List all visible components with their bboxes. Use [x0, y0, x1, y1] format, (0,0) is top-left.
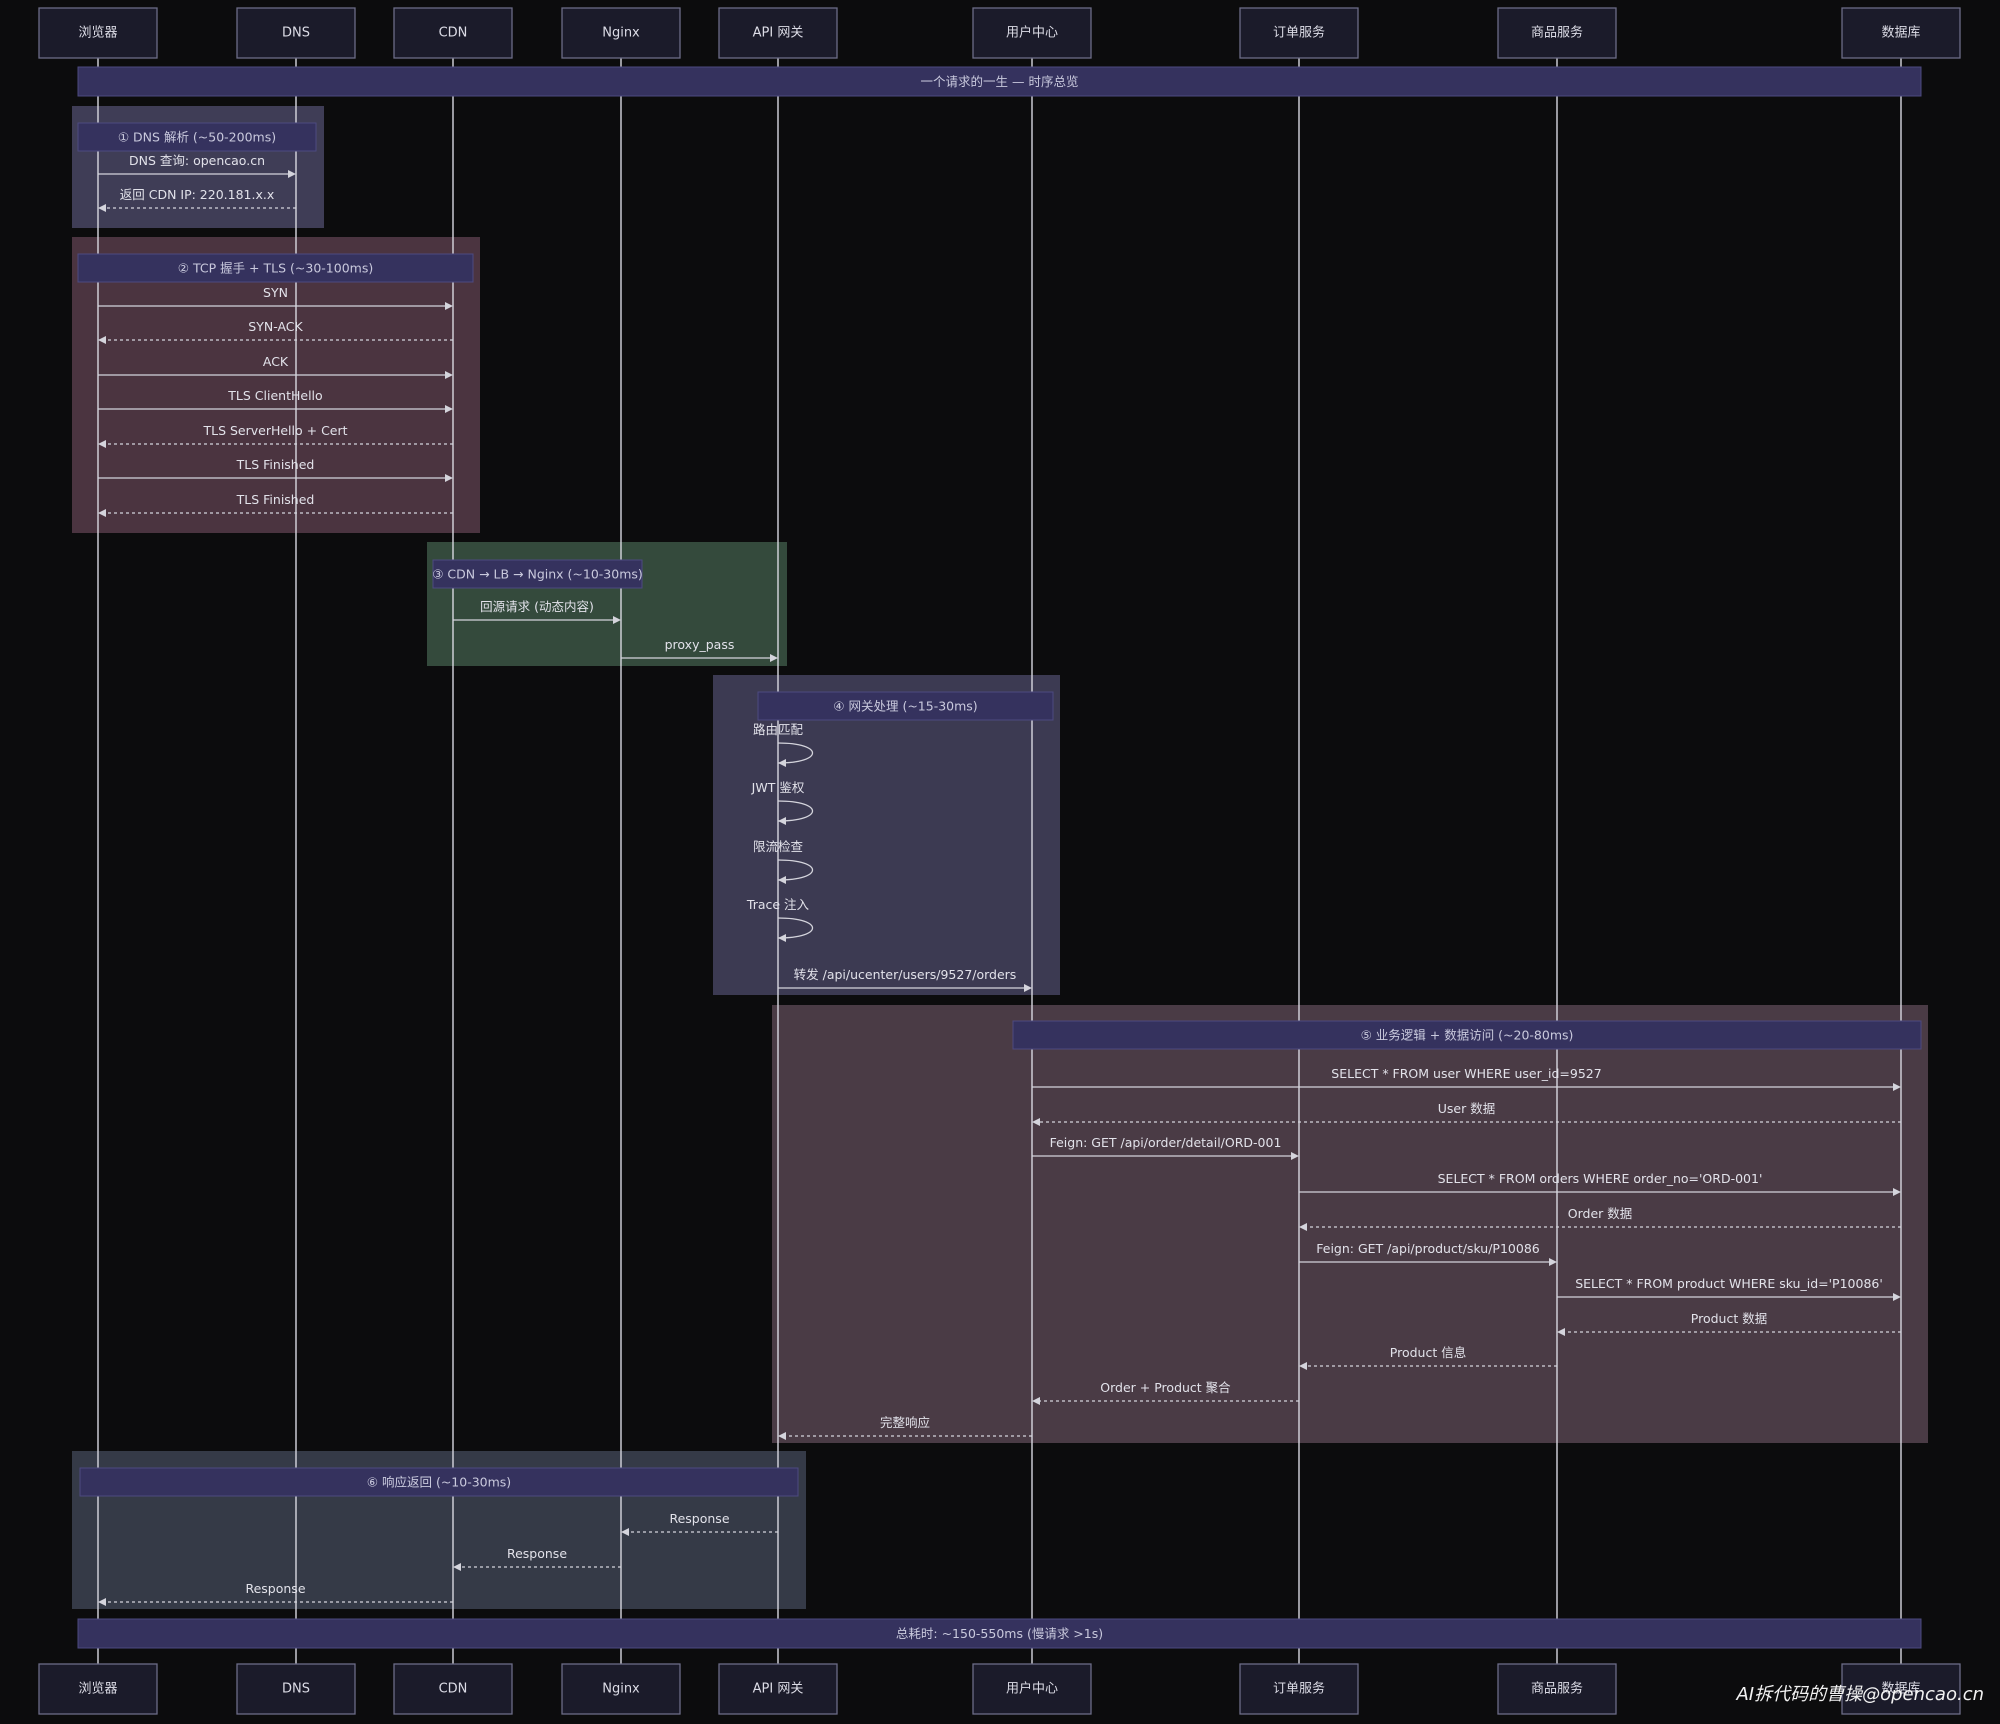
participant-order-bottom[interactable]: 订单服务: [1239, 1663, 1359, 1715]
participant-label: 商品服务: [1531, 1681, 1583, 1697]
participant-cdn-top[interactable]: CDN: [393, 7, 513, 59]
participant-label: CDN: [439, 26, 468, 41]
message-label: SELECT * FROM product WHERE sku_id='P100…: [1575, 1276, 1883, 1291]
message-label: SELECT * FROM user WHERE user_id=9527: [1331, 1066, 1601, 1081]
phase-title-response: ⑥ 响应返回 (~10-30ms): [79, 1467, 799, 1497]
message-label: Feign: GET /api/product/sku/P10086: [1316, 1241, 1540, 1256]
phase-title-text: ② TCP 握手 + TLS (~30-100ms): [178, 261, 373, 276]
participant-label: Nginx: [602, 26, 640, 41]
participant-ucenter-top[interactable]: 用户中心: [972, 7, 1092, 59]
message-label: Feign: GET /api/order/detail/ORD-001: [1050, 1135, 1282, 1150]
message-business-7: SELECT * FROM product WHERE sku_id='P100…: [1557, 1276, 1901, 1301]
message-label: Response: [669, 1511, 729, 1526]
message-label: 返回 CDN IP: 220.181.x.x: [120, 187, 275, 202]
message-label: Order + Product 聚合: [1100, 1380, 1231, 1395]
message-label: SELECT * FROM orders WHERE order_no='ORD…: [1438, 1171, 1763, 1186]
phase-regions: [72, 106, 1928, 1609]
message-label: JWT 鉴权: [751, 780, 805, 795]
participant-label: 浏览器: [78, 25, 117, 41]
participant-label: API 网关: [753, 26, 804, 41]
participant-db-top[interactable]: 数据库: [1841, 7, 1961, 59]
message-label: Trace 注入: [746, 897, 810, 912]
message-label: proxy_pass: [665, 637, 735, 652]
watermark-text: AI拆代码的曹操@opencao.cn: [1736, 1684, 1984, 1705]
message-label: Product 信息: [1390, 1345, 1466, 1360]
participant-dns-top[interactable]: DNS: [236, 7, 356, 59]
participant-label: Nginx: [602, 1682, 640, 1697]
participant-label: CDN: [439, 1682, 468, 1697]
phase-title-gateway: ④ 网关处理 (~15-30ms): [757, 691, 1054, 721]
phase-title-dns: ① DNS 解析 (~50-200ms): [77, 122, 317, 152]
participant-gateway-top[interactable]: API 网关: [718, 7, 838, 59]
participant-nginx-bottom[interactable]: Nginx: [561, 1663, 681, 1715]
participant-label: DNS: [282, 1682, 310, 1697]
participant-label: 商品服务: [1531, 25, 1583, 41]
message-label: Response: [507, 1546, 567, 1561]
phase-title-text: ③ CDN → LB → Nginx (~10-30ms): [432, 567, 643, 582]
participant-nginx-top[interactable]: Nginx: [561, 7, 681, 59]
message-label: ACK: [263, 354, 289, 369]
message-label: 回源请求 (动态内容): [480, 599, 594, 614]
overview-title-note: 一个请求的一生 — 时序总览: [77, 66, 1922, 97]
message-label: Order 数据: [1568, 1206, 1633, 1221]
message-label: Product 数据: [1691, 1311, 1767, 1326]
phase-title-text: ⑤ 业务逻辑 + 数据访问 (~20-80ms): [1361, 1028, 1574, 1043]
message-label: TLS ServerHello + Cert: [202, 423, 347, 438]
phase-title-tcp: ② TCP 握手 + TLS (~30-100ms): [77, 253, 474, 283]
participant-label: DNS: [282, 26, 310, 41]
message-label: SYN-ACK: [248, 319, 303, 334]
message-label: TLS ClientHello: [227, 388, 322, 403]
message-label: User 数据: [1438, 1101, 1495, 1116]
participant-cdn-bottom[interactable]: CDN: [393, 1663, 513, 1715]
message-label: 路由匹配: [753, 722, 804, 737]
sequence-diagram: 一个请求的一生 — 时序总览总耗时: ~150-550ms (慢请求 >1s) ①…: [38, 7, 1961, 1715]
participant-label: 用户中心: [1006, 1681, 1058, 1697]
message-business-3: Feign: GET /api/order/detail/ORD-001: [1032, 1135, 1299, 1160]
phase-title-business: ⑤ 业务逻辑 + 数据访问 (~20-80ms): [1012, 1020, 1922, 1050]
message-label: SYN: [263, 285, 288, 300]
message-label: 转发 /api/ucenter/users/9527/orders: [794, 967, 1017, 982]
participant-browser-top[interactable]: 浏览器: [38, 7, 158, 59]
total-time-note-text: 总耗时: ~150-550ms (慢请求 >1s): [896, 1626, 1103, 1641]
participant-gateway-bottom[interactable]: API 网关: [718, 1663, 838, 1715]
message-label: TLS Finished: [236, 457, 315, 472]
participant-label: API 网关: [753, 1682, 804, 1697]
participant-label: 订单服务: [1273, 25, 1325, 41]
participant-ucenter-bottom[interactable]: 用户中心: [972, 1663, 1092, 1715]
message-label: 限流检查: [753, 839, 804, 854]
total-time-note: 总耗时: ~150-550ms (慢请求 >1s): [77, 1618, 1922, 1649]
phase-title-text: ⑥ 响应返回 (~10-30ms): [367, 1475, 511, 1490]
message-label: Response: [245, 1581, 305, 1596]
participant-browser-bottom[interactable]: 浏览器: [38, 1663, 158, 1715]
participant-label: 数据库: [1881, 25, 1920, 41]
message-label: 完整响应: [880, 1415, 930, 1430]
phase-title-nginx: ③ CDN → LB → Nginx (~10-30ms): [432, 559, 643, 589]
message-business-6: Feign: GET /api/product/sku/P10086: [1299, 1241, 1557, 1266]
participant-product-bottom[interactable]: 商品服务: [1497, 1663, 1617, 1715]
participant-order-top[interactable]: 订单服务: [1239, 7, 1359, 59]
participant-dns-bottom[interactable]: DNS: [236, 1663, 356, 1715]
participant-product-top[interactable]: 商品服务: [1497, 7, 1617, 59]
message-gateway-5: 转发 /api/ucenter/users/9527/orders: [778, 967, 1032, 992]
phase-title-text: ④ 网关处理 (~15-30ms): [833, 699, 977, 714]
participant-label: 用户中心: [1006, 25, 1058, 41]
participant-label: 订单服务: [1273, 1681, 1325, 1697]
phase-title-text: ① DNS 解析 (~50-200ms): [118, 130, 276, 145]
message-label: DNS 查询: opencao.cn: [129, 153, 265, 168]
overview-title-note-text: 一个请求的一生 — 时序总览: [921, 74, 1079, 89]
participant-label: 浏览器: [78, 1681, 117, 1697]
message-label: TLS Finished: [236, 492, 315, 507]
